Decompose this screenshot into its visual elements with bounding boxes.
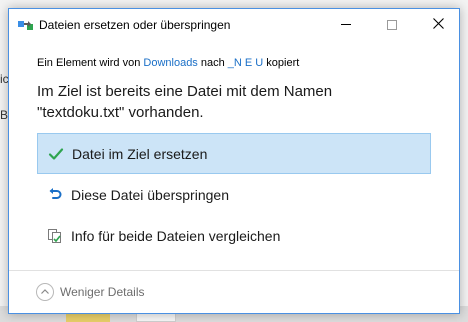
- conflict-filename-line: "textdoku.txt" vorhanden.: [37, 104, 204, 121]
- source-link[interactable]: Downloads: [143, 57, 197, 69]
- skip-arrow-icon: [47, 187, 63, 203]
- maximize-icon: [387, 19, 397, 30]
- footer-divider: [9, 270, 459, 271]
- close-icon: [432, 16, 444, 34]
- destination-link[interactable]: _N E U: [228, 57, 263, 69]
- compare-files-icon: [47, 228, 63, 244]
- window-title: Dateien ersetzen oder überspringen: [39, 18, 231, 32]
- copy-info-prefix: Ein Element wird von: [37, 57, 144, 69]
- title-bar: Dateien ersetzen oder überspringen: [9, 9, 459, 41]
- details-toggle-label: Weniger Details: [60, 285, 145, 299]
- close-button[interactable]: [415, 9, 461, 40]
- conflict-heading-line: Im Ziel ist bereits eine Datei mit dem N…: [37, 83, 333, 100]
- file-copy-icon: [18, 18, 36, 32]
- minimize-button[interactable]: [323, 9, 369, 40]
- conflict-heading: Im Ziel ist bereits eine Datei mit dem N…: [37, 81, 437, 123]
- details-toggle[interactable]: Weniger Details: [36, 283, 144, 301]
- copy-info: Ein Element wird von Downloads nach _N E…: [37, 57, 299, 69]
- checkmark-icon: [48, 146, 64, 162]
- option-replace[interactable]: Datei im Ziel ersetzen: [37, 133, 431, 174]
- copy-info-middle: nach: [197, 57, 228, 69]
- minimize-icon: [341, 24, 351, 25]
- replace-skip-dialog: Dateien ersetzen oder überspringen Ein E…: [8, 8, 460, 314]
- option-skip-label: Diese Datei überspringen: [71, 186, 229, 203]
- option-skip[interactable]: Diese Datei überspringen: [37, 174, 431, 215]
- option-replace-label: Datei im Ziel ersetzen: [72, 145, 208, 162]
- copy-info-suffix: kopiert: [263, 57, 300, 69]
- option-compare-label: Info für beide Dateien vergleichen: [71, 227, 281, 244]
- option-compare[interactable]: Info für beide Dateien vergleichen: [37, 215, 431, 256]
- maximize-button[interactable]: [369, 9, 415, 40]
- chevron-up-icon: [36, 283, 54, 301]
